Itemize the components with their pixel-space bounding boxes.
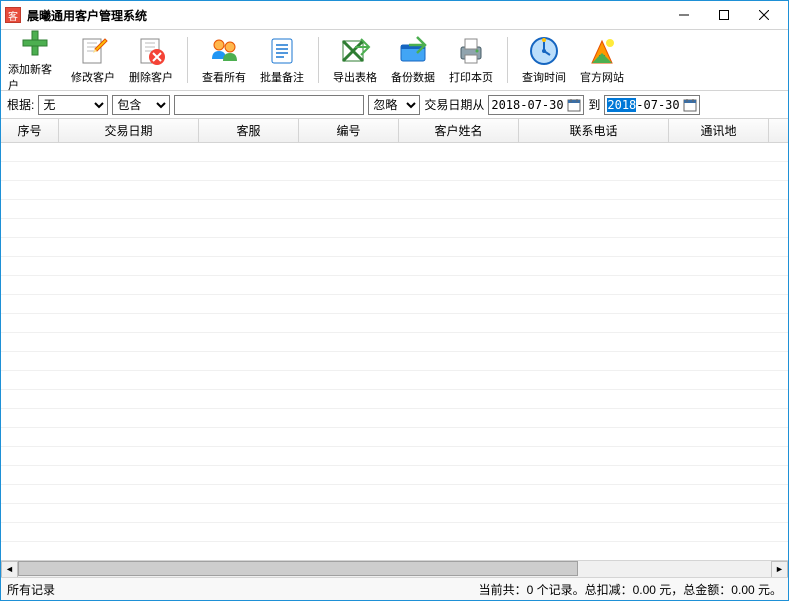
viewall-icon <box>208 35 240 67</box>
filter-bar: 根据: 无 包含 忽略 交易日期从 2018-07-30 到 2018-07-3… <box>1 91 788 119</box>
toolbar-label: 导出表格 <box>333 69 377 85</box>
calendar-icon <box>567 98 581 112</box>
batch-icon <box>266 35 298 67</box>
toolbar-separator <box>507 37 508 83</box>
field-select[interactable]: 无 <box>38 95 108 115</box>
status-right: 当前共：0 个记录。总扣减：0.00 元，总金额：0.00 元。 <box>479 581 782 598</box>
grid-header: 序号交易日期客服编号客户姓名联系电话通讯地 <box>1 119 788 143</box>
column-header-service[interactable]: 客服 <box>199 119 299 142</box>
scroll-track[interactable] <box>18 561 771 578</box>
data-grid: 序号交易日期客服编号客户姓名联系电话通讯地 ◄ ► <box>1 119 788 578</box>
table-row[interactable] <box>1 485 788 504</box>
date-to-input[interactable]: 2018-07-30 <box>604 95 700 115</box>
scroll-left-button[interactable]: ◄ <box>1 561 18 578</box>
table-row[interactable] <box>1 295 788 314</box>
maximize-button[interactable] <box>704 3 744 27</box>
table-row[interactable] <box>1 238 788 257</box>
basis-label: 根据: <box>7 96 34 113</box>
table-row[interactable] <box>1 523 788 542</box>
table-row[interactable] <box>1 200 788 219</box>
calendar-icon <box>683 98 697 112</box>
table-row[interactable] <box>1 371 788 390</box>
status-bar: 所有记录 当前共：0 个记录。总扣减：0.00 元，总金额：0.00 元。 <box>1 578 788 600</box>
table-row[interactable] <box>1 428 788 447</box>
toolbar-label: 备份数据 <box>391 69 435 85</box>
export-button[interactable]: 导出表格 <box>327 32 383 88</box>
backup-icon <box>397 35 429 67</box>
delete-button[interactable]: 删除客户 <box>123 32 179 88</box>
table-row[interactable] <box>1 352 788 371</box>
toolbar-label: 修改客户 <box>71 69 115 85</box>
window-title: 晨曦通用客户管理系统 <box>27 7 664 24</box>
edit-button[interactable]: 修改客户 <box>65 32 121 88</box>
toolbar-label: 打印本页 <box>449 69 493 85</box>
toolbar-separator <box>187 37 188 83</box>
main-window: 客 晨曦通用客户管理系统 添加新客户修改客户删除客户 查看所有批量备注 导出表格备份… <box>0 0 789 601</box>
delete-icon <box>135 35 167 67</box>
grid-body[interactable] <box>1 143 788 560</box>
table-row[interactable] <box>1 219 788 238</box>
toolbar-label: 删除客户 <box>129 69 173 85</box>
table-row[interactable] <box>1 143 788 162</box>
toolbar-label: 查询时间 <box>522 69 566 85</box>
close-button[interactable] <box>744 3 784 27</box>
scroll-thumb[interactable] <box>18 561 578 576</box>
scroll-right-button[interactable]: ► <box>771 561 788 578</box>
titlebar: 客 晨曦通用客户管理系统 <box>1 1 788 29</box>
website-icon <box>586 35 618 67</box>
app-icon: 客 <box>5 7 21 23</box>
table-row[interactable] <box>1 390 788 409</box>
table-row[interactable] <box>1 162 788 181</box>
website-button[interactable]: 官方网站 <box>574 32 630 88</box>
column-header-name[interactable]: 客户姓名 <box>399 119 519 142</box>
table-row[interactable] <box>1 276 788 295</box>
minimize-icon <box>679 10 689 20</box>
table-row[interactable] <box>1 542 788 560</box>
table-row[interactable] <box>1 257 788 276</box>
minimize-button[interactable] <box>664 3 704 27</box>
column-header-seq[interactable]: 序号 <box>1 119 59 142</box>
add-button[interactable]: 添加新客户 <box>7 32 63 88</box>
ignore-select[interactable]: 忽略 <box>368 95 420 115</box>
window-controls <box>664 3 784 27</box>
status-left: 所有记录 <box>7 581 479 598</box>
querytime-button[interactable]: 查询时间 <box>516 32 572 88</box>
date-from-label: 交易日期从 <box>424 96 484 113</box>
table-row[interactable] <box>1 333 788 352</box>
querytime-icon <box>528 35 560 67</box>
batch-button[interactable]: 批量备注 <box>254 32 310 88</box>
print-icon <box>455 35 487 67</box>
add-icon <box>19 27 51 59</box>
column-header-date[interactable]: 交易日期 <box>59 119 199 142</box>
maximize-icon <box>719 10 729 20</box>
edit-icon <box>77 35 109 67</box>
search-input[interactable] <box>174 95 364 115</box>
table-row[interactable] <box>1 409 788 428</box>
column-header-code[interactable]: 编号 <box>299 119 399 142</box>
print-button[interactable]: 打印本页 <box>443 32 499 88</box>
toolbar-separator <box>318 37 319 83</box>
table-row[interactable] <box>1 504 788 523</box>
date-to-label: 到 <box>588 96 600 113</box>
export-icon <box>339 35 371 67</box>
date-from-input[interactable]: 2018-07-30 <box>488 95 584 115</box>
horizontal-scrollbar[interactable]: ◄ ► <box>1 560 788 577</box>
toolbar-label: 官方网站 <box>580 69 624 85</box>
column-header-addr[interactable]: 通讯地 <box>669 119 769 142</box>
close-icon <box>759 10 769 20</box>
column-header-phone[interactable]: 联系电话 <box>519 119 669 142</box>
table-row[interactable] <box>1 314 788 333</box>
toolbar-label: 添加新客户 <box>8 61 62 93</box>
table-row[interactable] <box>1 447 788 466</box>
toolbar-label: 查看所有 <box>202 69 246 85</box>
viewall-button[interactable]: 查看所有 <box>196 32 252 88</box>
table-row[interactable] <box>1 181 788 200</box>
backup-button[interactable]: 备份数据 <box>385 32 441 88</box>
table-row[interactable] <box>1 466 788 485</box>
toolbar-label: 批量备注 <box>260 69 304 85</box>
operator-select[interactable]: 包含 <box>112 95 170 115</box>
toolbar: 添加新客户修改客户删除客户 查看所有批量备注 导出表格备份数据打印本页 查询时间官方网… <box>1 29 788 91</box>
